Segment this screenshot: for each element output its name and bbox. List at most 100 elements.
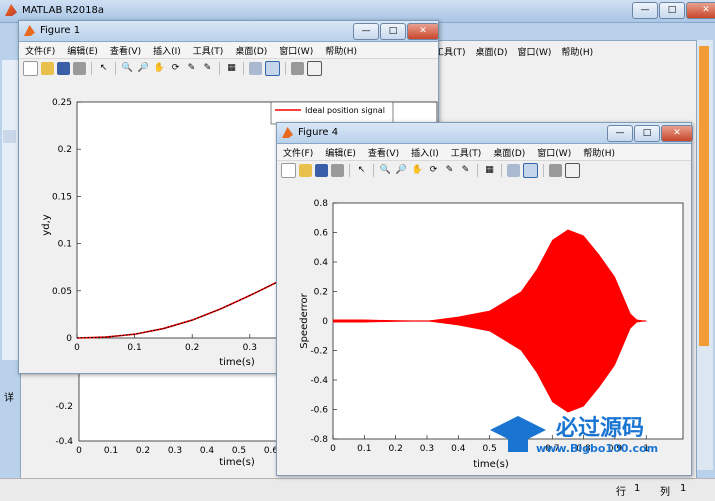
menu-window[interactable]: 窗口(W) (279, 44, 313, 57)
legend[interactable]: Ideal position signal (270, 101, 394, 125)
dock-grid-icon[interactable] (3, 130, 16, 143)
brush-icon[interactable]: ✎ (201, 62, 214, 75)
menu-insert[interactable]: 插入(I) (153, 44, 181, 57)
maximize-button[interactable]: □ (659, 2, 685, 19)
zoom-in-icon[interactable]: 🔍 (379, 164, 392, 177)
x-tick-label: 0.4 (200, 446, 215, 456)
menu-file[interactable]: 文件(F) (25, 44, 55, 57)
pointer-icon[interactable]: ↖ (97, 62, 110, 75)
y-tick-label: -0.2 (310, 347, 328, 357)
new-figure-icon[interactable] (23, 60, 38, 76)
background-menubar: 工具(T) 桌面(D) 窗口(W) 帮助(H) (435, 43, 695, 59)
menu-tools[interactable]: 工具(T) (451, 146, 482, 159)
menu-view[interactable]: 查看(V) (368, 146, 399, 159)
rotate-icon[interactable]: ⟳ (169, 62, 182, 75)
x-tick-label: 0 (330, 444, 336, 454)
brush-icon[interactable]: ✎ (459, 164, 472, 177)
legend-icon[interactable] (265, 60, 280, 76)
save-icon[interactable] (315, 163, 328, 177)
y-tick-label: 0.2 (58, 145, 72, 155)
hide-tools-icon[interactable] (549, 163, 562, 177)
zoom-out-icon[interactable]: 🔎 (137, 62, 150, 75)
bg-menu-tools[interactable]: 工具(T) (435, 45, 466, 58)
legend-icon[interactable] (523, 162, 538, 178)
y-tick-label: 0.15 (52, 192, 72, 202)
x-tick-label: 0.5 (232, 446, 246, 456)
save-icon[interactable] (57, 61, 70, 75)
maximize-button[interactable]: □ (380, 23, 406, 40)
x-tick-label: 0.2 (185, 343, 199, 353)
watermark: 必过源码 www.Bigbo100.com (488, 408, 688, 468)
bg-menu-desktop[interactable]: 桌面(D) (476, 45, 508, 58)
minimize-button[interactable]: — (607, 125, 633, 142)
x-tick-label: 0.2 (388, 444, 402, 454)
menu-help[interactable]: 帮助(H) (583, 146, 615, 159)
y-tick-label: -0.4 (310, 376, 328, 386)
link-icon[interactable]: ▦ (483, 164, 496, 177)
link-icon[interactable]: ▦ (225, 62, 238, 75)
y-tick-label: -0.6 (310, 406, 328, 416)
maximize-button[interactable]: □ (634, 125, 660, 142)
status-bar: 行 1 列 1 (0, 478, 715, 501)
data-cursor-icon[interactable]: ✎ (185, 62, 198, 75)
figure-icon (282, 127, 293, 138)
menu-view[interactable]: 查看(V) (110, 44, 141, 57)
status-row-label: 行 (616, 487, 626, 498)
menu-edit[interactable]: 编辑(E) (325, 146, 356, 159)
y-tick-label: -0.2 (55, 402, 73, 412)
x-tick-label: 0.1 (104, 446, 118, 456)
x-tick-label: 0.2 (136, 446, 150, 456)
menu-tools[interactable]: 工具(T) (193, 44, 224, 57)
print-icon[interactable] (73, 61, 86, 75)
y-tick-label: 0 (66, 334, 72, 344)
zoom-out-icon[interactable]: 🔎 (395, 164, 408, 177)
open-folder-icon[interactable] (41, 61, 54, 75)
figure-1-titlebar: Figure 1 — □ ✕ (19, 21, 439, 42)
y-tick-label: 0.6 (314, 229, 329, 239)
close-button[interactable]: ✕ (661, 125, 693, 142)
y-tick-label: 0.8 (314, 199, 329, 209)
menu-desktop[interactable]: 桌面(D) (493, 146, 525, 159)
hide-tools-icon[interactable] (291, 61, 304, 75)
pan-icon[interactable]: ✋ (153, 62, 166, 75)
figure-4-menubar: 文件(F) 编辑(E) 查看(V) 插入(I) 工具(T) 桌面(D) 窗口(W… (277, 144, 691, 161)
x-tick-label: 0.3 (420, 444, 434, 454)
minimize-button[interactable]: — (632, 2, 658, 19)
close-button[interactable]: ✕ (407, 23, 439, 40)
data-cursor-icon[interactable]: ✎ (443, 164, 456, 177)
figure-4-controls: — □ ✕ (607, 125, 693, 142)
open-folder-icon[interactable] (299, 163, 312, 177)
rotate-icon[interactable]: ⟳ (427, 164, 440, 177)
status-col-value: 1 (680, 483, 687, 494)
status-col-label: 列 (660, 487, 670, 498)
menu-window[interactable]: 窗口(W) (537, 146, 571, 159)
show-tools-icon[interactable] (307, 60, 322, 76)
close-button[interactable]: ✕ (686, 2, 715, 19)
menu-desktop[interactable]: 桌面(D) (235, 44, 267, 57)
print-icon[interactable] (331, 163, 344, 177)
menu-edit[interactable]: 编辑(E) (67, 44, 98, 57)
zoom-in-icon[interactable]: 🔍 (121, 62, 134, 75)
show-tools-icon[interactable] (565, 162, 580, 178)
bg-menu-help[interactable]: 帮助(H) (561, 45, 593, 58)
menu-insert[interactable]: 插入(I) (411, 146, 439, 159)
figure-1-menubar: 文件(F) 编辑(E) 查看(V) 插入(I) 工具(T) 桌面(D) 窗口(W… (19, 42, 438, 59)
bg-menu-window[interactable]: 窗口(W) (517, 45, 551, 58)
watermark-text: 必过源码 (556, 416, 645, 441)
menu-file[interactable]: 文件(F) (283, 146, 313, 159)
menu-help[interactable]: 帮助(H) (325, 44, 357, 57)
x-tick-label: 0.3 (243, 343, 257, 353)
y-tick-label: 0.25 (52, 98, 72, 108)
figure-4-title: Figure 4 (298, 127, 339, 138)
colorbar-icon[interactable] (249, 61, 262, 75)
minimize-button[interactable]: — (353, 23, 379, 40)
x-tick-label: 0.1 (127, 343, 141, 353)
colorbar-icon[interactable] (507, 163, 520, 177)
figure-1-toolbar: ↖ 🔍 🔎 ✋ ⟳ ✎ ✎ ▦ (19, 59, 438, 78)
x-tick-label: 0 (76, 446, 82, 456)
new-figure-icon[interactable] (281, 162, 296, 178)
pan-icon[interactable]: ✋ (411, 164, 424, 177)
pointer-icon[interactable]: ↖ (355, 164, 368, 177)
legend-label: Ideal position signal (305, 106, 385, 115)
figure-1-title: Figure 1 (40, 25, 81, 36)
